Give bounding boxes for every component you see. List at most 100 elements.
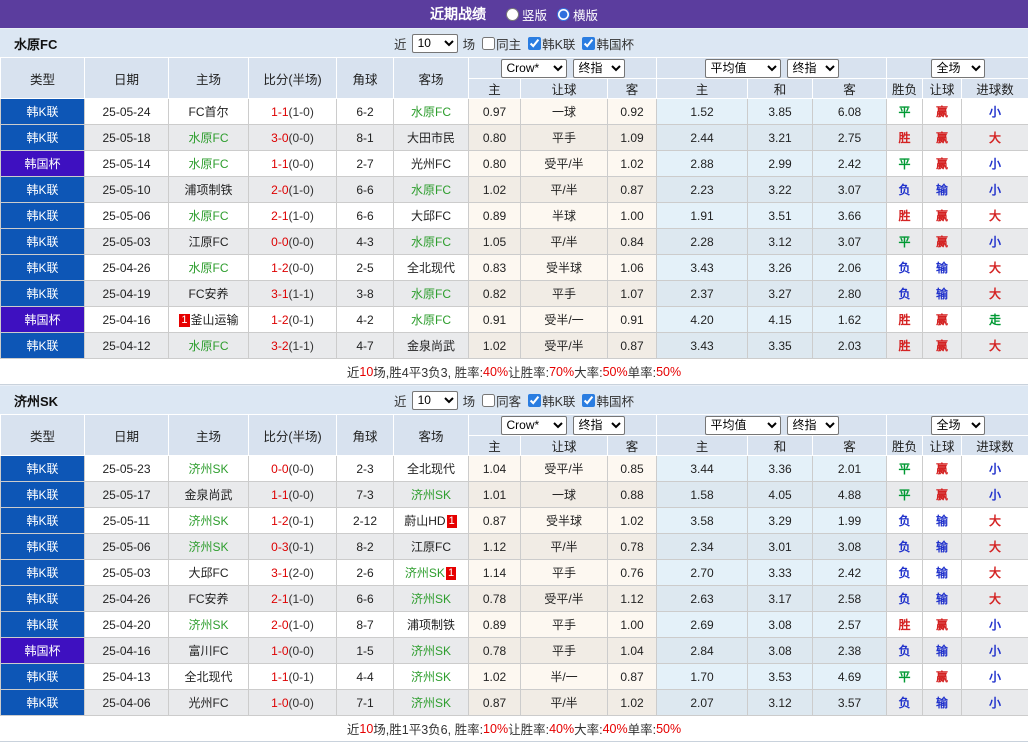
away-team-cell: 水原FC <box>394 229 469 255</box>
same-venue-checkbox[interactable] <box>482 394 495 407</box>
recent-count-select[interactable]: 10 <box>412 391 458 410</box>
corner-cell: 4-2 <box>337 307 394 333</box>
average-dropdowns-cell: 平均值终指 <box>657 58 887 79</box>
result-wdl: 平 <box>887 482 923 508</box>
team-label: FC安养 <box>189 287 229 301</box>
score-cell: 3-0(0-0) <box>249 125 337 151</box>
match-row: 韩国杯 25-04-16 富川FC 1-0(0-0) 1-5 济州SK 0.78… <box>1 638 1028 664</box>
result-wdl: 胜 <box>887 307 923 333</box>
cup-checkbox[interactable] <box>582 37 595 50</box>
result-goals: 大 <box>962 333 1028 359</box>
corner-cell: 3-8 <box>337 281 394 307</box>
corner-cell: 4-4 <box>337 664 394 690</box>
handicap-home-odds: 0.87 <box>469 690 521 716</box>
average-stage-select[interactable]: 终指 <box>787 59 839 78</box>
date-cell: 25-04-20 <box>85 612 169 638</box>
average-stage-select[interactable]: 终指 <box>787 416 839 435</box>
col-header-home: 主场 <box>169 58 249 99</box>
avg-away-odds: 2.42 <box>813 151 887 177</box>
match-row: 韩K联 25-05-11 济州SK 1-2(0-1) 2-12 蔚山HD1 0.… <box>1 508 1028 534</box>
score-cell: 0-0(0-0) <box>249 456 337 482</box>
score-cell: 1-0(0-0) <box>249 690 337 716</box>
fulltime-score: 1-0 <box>271 696 288 710</box>
date-cell: 25-04-19 <box>85 281 169 307</box>
avg-away-odds: 3.07 <box>813 177 887 203</box>
avg-home-odds: 2.37 <box>657 281 748 307</box>
halftime-score: (0-0) <box>289 261 314 275</box>
date-cell: 25-05-18 <box>85 125 169 151</box>
scope-select[interactable]: 全场 <box>931 59 985 78</box>
recent-count-select[interactable]: 10 <box>412 34 458 53</box>
result-handicap: 输 <box>923 560 962 586</box>
handicap-home-odds: 0.83 <box>469 255 521 281</box>
handicap-line: 受平/半 <box>521 151 608 177</box>
avg-away-odds: 3.57 <box>813 690 887 716</box>
date-cell: 25-04-16 <box>85 638 169 664</box>
date-cell: 25-05-10 <box>85 177 169 203</box>
horizontal-layout-radio[interactable] <box>557 8 570 21</box>
team-label: 浦项制铁 <box>407 618 455 632</box>
result-handicap: 输 <box>923 638 962 664</box>
recent-label: 近 <box>394 34 407 53</box>
avg-home-odds: 1.91 <box>657 203 748 229</box>
avg-away-odds: 2.03 <box>813 333 887 359</box>
page-title: 近期战绩 <box>430 4 486 24</box>
result-wdl: 负 <box>887 690 923 716</box>
team-name: 济州SK <box>14 391 58 410</box>
fulltime-score: 2-0 <box>271 183 288 197</box>
sub-header-handicap-line: 让球 <box>521 436 608 456</box>
score-cell: 1-0(0-0) <box>249 638 337 664</box>
same-venue-checkbox[interactable] <box>482 37 495 50</box>
league-checkbox[interactable] <box>528 394 541 407</box>
home-team-cell: 水原FC <box>169 333 249 359</box>
team-label: 济州SK <box>188 540 228 554</box>
corner-cell: 7-1 <box>337 690 394 716</box>
away-team-cell: 浦项制铁 <box>394 612 469 638</box>
competition-cell: 韩K联 <box>1 482 85 508</box>
corner-cell: 8-7 <box>337 612 394 638</box>
summary-text: 单率: <box>628 719 656 738</box>
result-handicap: 赢 <box>923 203 962 229</box>
summary-text: 场,胜4平3负3, 胜率: <box>373 362 483 381</box>
avg-home-odds: 3.43 <box>657 255 748 281</box>
bookmaker-select[interactable]: Crow* <box>501 59 567 78</box>
red-card-badge: 1 <box>447 515 457 528</box>
same-venue-label: 同客 <box>496 391 521 410</box>
average-select[interactable]: 平均值 <box>705 59 781 78</box>
recent-label: 近 <box>394 391 407 410</box>
cup-checkbox[interactable] <box>582 394 595 407</box>
result-goals: 大 <box>962 534 1028 560</box>
summary-stat-value: 50% <box>603 365 628 379</box>
result-wdl: 胜 <box>887 203 923 229</box>
summary-stat-value: 40% <box>549 722 574 736</box>
team-label: 光州FC <box>189 696 229 710</box>
col-header-away: 客场 <box>394 415 469 456</box>
away-team-cell: 光州FC <box>394 151 469 177</box>
avg-away-odds: 3.66 <box>813 203 887 229</box>
handicap-away-odds: 1.07 <box>608 281 657 307</box>
handicap-line: 平手 <box>521 638 608 664</box>
corner-cell: 7-3 <box>337 482 394 508</box>
summary-row: 近10场,胜1平3负6, 胜率:10% 让胜率:40% 大率:40% 单率:50… <box>0 716 1028 742</box>
avg-home-odds: 2.88 <box>657 151 748 177</box>
result-wdl: 负 <box>887 534 923 560</box>
average-select[interactable]: 平均值 <box>705 416 781 435</box>
halftime-score: (0-0) <box>289 488 314 502</box>
odds-stage-select[interactable]: 终指 <box>573 416 625 435</box>
sub-header-avg-home: 主 <box>657 436 748 456</box>
sections-root: 水原FC 近 10 场 同主 韩K联 韩国杯 类型 <box>0 28 1028 742</box>
date-cell: 25-04-16 <box>85 307 169 333</box>
halftime-score: (1-0) <box>289 592 314 606</box>
away-team-cell: 济州SK <box>394 638 469 664</box>
avg-away-odds: 6.08 <box>813 99 887 125</box>
bookmaker-select[interactable]: Crow* <box>501 416 567 435</box>
score-cell: 2-0(1-0) <box>249 612 337 638</box>
home-team-cell: 济州SK <box>169 534 249 560</box>
league-checkbox[interactable] <box>528 37 541 50</box>
odds-stage-select[interactable]: 终指 <box>573 59 625 78</box>
scope-select[interactable]: 全场 <box>931 416 985 435</box>
handicap-home-odds: 0.82 <box>469 281 521 307</box>
avg-draw-odds: 3.53 <box>748 664 813 690</box>
vertical-layout-radio[interactable] <box>506 8 519 21</box>
avg-home-odds: 2.70 <box>657 560 748 586</box>
